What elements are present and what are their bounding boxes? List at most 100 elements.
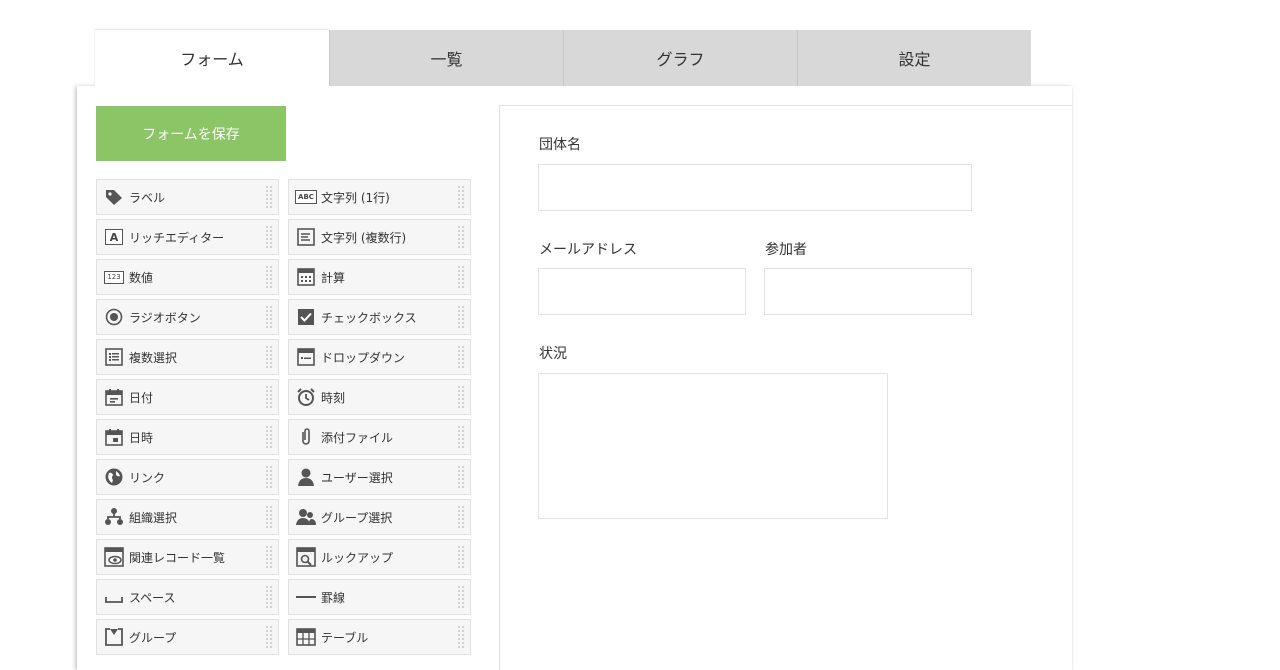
palette-item-dropdown[interactable]: ドロップダウン <box>288 339 471 375</box>
drag-handle-icon[interactable] <box>457 505 466 529</box>
palette-item-text: グループ選択 <box>321 510 393 525</box>
drag-handle-icon[interactable] <box>265 265 274 289</box>
save-form-button[interactable]: フォームを保存 <box>96 106 286 161</box>
field-group-icon <box>103 626 125 648</box>
radio-icon <box>103 306 125 328</box>
drag-handle-icon[interactable] <box>265 225 274 249</box>
palette-row: 日時 添付ファイル <box>96 419 476 455</box>
palette-item-group[interactable]: グループ <box>96 619 279 655</box>
drag-handle-icon[interactable] <box>457 305 466 329</box>
palette-item-group-select[interactable]: グループ選択 <box>288 499 471 535</box>
palette-item-checkbox[interactable]: チェックボックス <box>288 299 471 335</box>
datetime-icon <box>103 426 125 448</box>
palette-item-text: 文字列 (複数行) <box>321 230 407 245</box>
status-textarea[interactable] <box>538 373 888 519</box>
drag-handle-icon[interactable] <box>265 425 274 449</box>
palette-item-organization-select[interactable]: 組織選択 <box>96 499 279 535</box>
palette-row: スペース 罫線 <box>96 579 476 615</box>
palette-item-multi-line-text[interactable]: 文字列 (複数行) <box>288 219 471 255</box>
drag-handle-icon[interactable] <box>265 585 274 609</box>
field-label: メールアドレス <box>539 242 637 258</box>
calendar-icon <box>103 386 125 408</box>
palette-item-user-select[interactable]: ユーザー選択 <box>288 459 471 495</box>
palette-item-lookup[interactable]: ルックアップ <box>288 539 471 575</box>
table-icon <box>295 626 317 648</box>
palette-item-attachment[interactable]: 添付ファイル <box>288 419 471 455</box>
palette-item-text: テーブル <box>321 630 369 645</box>
palette-item-date[interactable]: 日付 <box>96 379 279 415</box>
palette-row: 組織選択 グループ選択 <box>96 499 476 535</box>
tab-label: 設定 <box>898 50 931 69</box>
field-label: 状況 <box>539 346 567 362</box>
participants-field[interactable] <box>764 268 972 315</box>
calculator-icon <box>295 266 317 288</box>
palette-item-text: 時刻 <box>321 390 346 405</box>
palette-item-multi-select[interactable]: 複数選択 <box>96 339 279 375</box>
tab-graph[interactable]: グラフ <box>563 30 797 86</box>
group-icon <box>295 506 317 528</box>
tab-label: 一覧 <box>430 50 463 69</box>
drag-handle-icon[interactable] <box>457 265 466 289</box>
drag-handle-icon[interactable] <box>457 465 466 489</box>
field-label: 団体名 <box>539 137 581 153</box>
palette-item-radio-button[interactable]: ラジオボタン <box>96 299 279 335</box>
drag-handle-icon[interactable] <box>457 185 466 209</box>
palette-row: 日付 時刻 <box>96 379 476 415</box>
tab-label: グラフ <box>656 50 705 69</box>
palette-item-number[interactable]: 123 数値 <box>96 259 279 295</box>
lookup-icon <box>295 546 317 568</box>
organization-name-field[interactable] <box>538 164 972 211</box>
palette-item-link[interactable]: リンク <box>96 459 279 495</box>
drag-handle-icon[interactable] <box>265 545 274 569</box>
drag-handle-icon[interactable] <box>457 345 466 369</box>
palette-item-single-line-text[interactable]: ABC 文字列 (1行) <box>288 179 471 215</box>
globe-icon <box>103 466 125 488</box>
tab-form[interactable]: フォーム <box>95 30 329 86</box>
drag-handle-icon[interactable] <box>457 585 466 609</box>
palette-item-table[interactable]: テーブル <box>288 619 471 655</box>
palette-item-text: ユーザー選択 <box>321 470 393 485</box>
app-page: フォーム 一覧 グラフ 設定 フォームを保存 ラベル ABC 文字列 (1行) … <box>0 0 1280 670</box>
user-icon <box>295 466 317 488</box>
drag-handle-icon[interactable] <box>265 625 274 649</box>
drag-handle-icon[interactable] <box>457 625 466 649</box>
palette-item-label[interactable]: ラベル <box>96 179 279 215</box>
tab-list[interactable]: 一覧 <box>329 30 563 86</box>
palette-row: 複数選択 ドロップダウン <box>96 339 476 375</box>
palette-item-text: リッチエディター <box>129 230 225 245</box>
palette-item-calculation[interactable]: 計算 <box>288 259 471 295</box>
palette-item-time[interactable]: 時刻 <box>288 379 471 415</box>
field-palette: ラベル ABC 文字列 (1行) A リッチエディター 文字列 (複数行) 12… <box>96 179 476 659</box>
palette-item-text: リンク <box>129 470 166 485</box>
palette-item-text: ラジオボタン <box>129 310 201 325</box>
tab-bar: フォーム 一覧 グラフ 設定 <box>95 30 1032 86</box>
clock-icon <box>295 386 317 408</box>
drag-handle-icon[interactable] <box>265 385 274 409</box>
palette-row: ラベル ABC 文字列 (1行) <box>96 179 476 215</box>
drag-handle-icon[interactable] <box>457 385 466 409</box>
palette-item-text: 数値 <box>129 270 154 285</box>
drag-handle-icon[interactable] <box>265 185 274 209</box>
palette-item-border-line[interactable]: 罫線 <box>288 579 471 615</box>
tab-settings[interactable]: 設定 <box>797 30 1031 86</box>
palette-item-datetime[interactable]: 日時 <box>96 419 279 455</box>
palette-item-rich-editor[interactable]: A リッチエディター <box>96 219 279 255</box>
drag-handle-icon[interactable] <box>265 305 274 329</box>
palette-item-related-records[interactable]: 関連レコード一覧 <box>96 539 279 575</box>
palette-item-text: 日付 <box>129 390 154 405</box>
field-label: 参加者 <box>765 242 807 258</box>
palette-item-space[interactable]: スペース <box>96 579 279 615</box>
palette-item-text: ルックアップ <box>321 550 394 565</box>
drag-handle-icon[interactable] <box>457 225 466 249</box>
palette-item-text: ラベル <box>129 190 166 205</box>
drag-handle-icon[interactable] <box>265 465 274 489</box>
palette-item-text: 組織選択 <box>129 510 178 525</box>
drag-handle-icon[interactable] <box>457 425 466 449</box>
palette-row: グループ テーブル <box>96 619 476 655</box>
drag-handle-icon[interactable] <box>457 545 466 569</box>
related-records-icon <box>103 546 125 568</box>
email-field[interactable] <box>538 268 746 315</box>
drag-handle-icon[interactable] <box>265 345 274 369</box>
drag-handle-icon[interactable] <box>265 505 274 529</box>
organization-icon <box>103 506 125 528</box>
